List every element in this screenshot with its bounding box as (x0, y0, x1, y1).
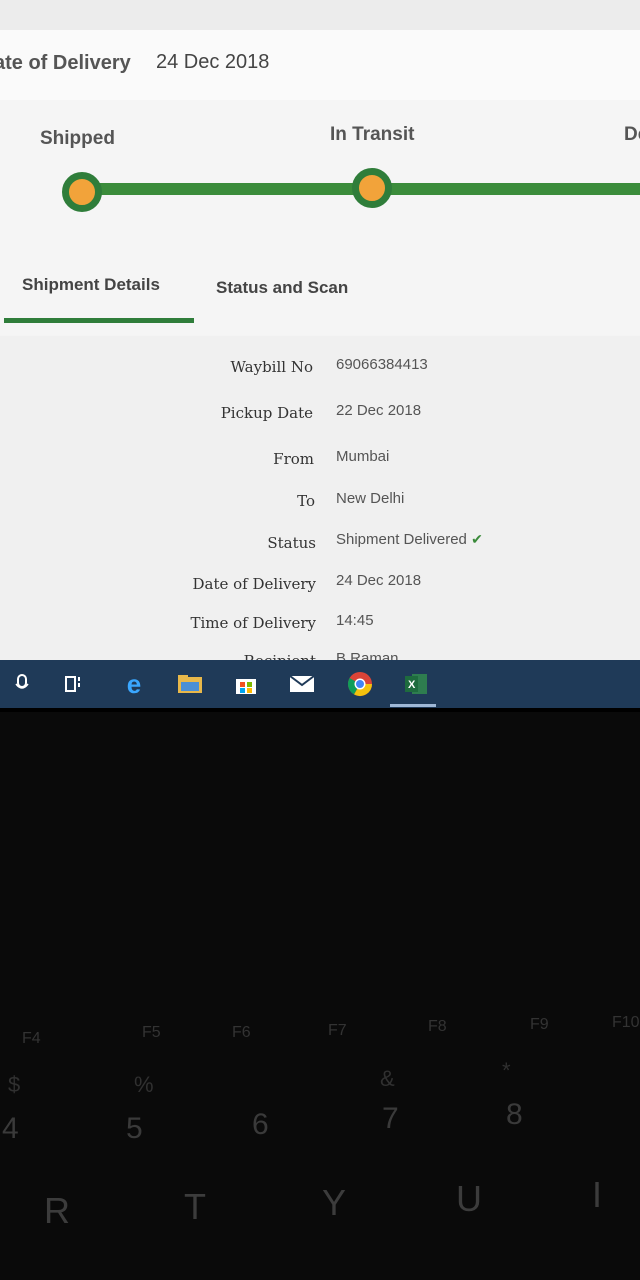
laptop-keyboard: F4 F5 F6 F7 F8 F9 F10 $ % & * 4 5 6 7 8 … (0, 712, 640, 1280)
delivery-time-value: 14:45 (336, 612, 374, 629)
u-key: U (456, 1178, 482, 1219)
f10-key: F10 (612, 1014, 640, 1031)
f8-key: F8 (428, 1018, 447, 1035)
pickup-date-label: Pickup Date (220, 404, 313, 422)
four-key: 4 (2, 1112, 19, 1145)
status-label: Status (267, 534, 316, 552)
delivery-date-label: ate of Delivery (0, 52, 131, 74)
active-tab-indicator (4, 318, 194, 323)
seven-key: 7 (382, 1102, 399, 1135)
delivery-date-value: 24 Dec 2018 (156, 51, 270, 73)
six-key: 6 (252, 1108, 269, 1141)
f5-key: F5 (142, 1024, 161, 1041)
browser-top-strip (0, 0, 640, 31)
asterisk-key: * (502, 1058, 511, 1083)
tab-status-and-scan[interactable]: Status and Scan (216, 278, 348, 298)
task-view-icon[interactable] (62, 670, 90, 698)
y-key: Y (322, 1182, 347, 1223)
in-transit-node-icon (352, 168, 392, 208)
tab-shipment-details[interactable]: Shipment Details (22, 275, 160, 295)
percent-key: % (134, 1072, 154, 1097)
active-app-indicator (390, 704, 436, 707)
status-value: Shipment Delivered ✔ (336, 531, 483, 548)
store-icon[interactable] (232, 670, 260, 698)
windows-taskbar: e X (0, 660, 640, 712)
from-value: Mumbai (336, 448, 390, 465)
file-explorer-icon[interactable] (176, 670, 204, 698)
shipment-details-panel: Waybill No 22 Dec 2018 69066384413 Picku… (0, 336, 640, 670)
delivery-date-row-value: 24 Dec 2018 (336, 572, 422, 589)
stage-in-transit: In Transit (330, 124, 415, 145)
delivery-time-label: Time of Delivery (190, 614, 316, 632)
i-key: I (592, 1174, 603, 1215)
waybill-label: Waybill No (230, 358, 313, 376)
shipped-node-icon (62, 172, 102, 212)
shipment-progress: Shipped In Transit De (0, 100, 640, 250)
mail-icon[interactable] (288, 670, 316, 698)
delivery-date-row-label: Date of Delivery (192, 575, 317, 593)
f6-key: F6 (232, 1024, 251, 1041)
from-label: From (273, 450, 314, 468)
status-text: Shipment Delivered (336, 531, 467, 548)
pickup-date-value: 22 Dec 2018 (336, 402, 422, 419)
to-value: New Delhi (336, 490, 405, 507)
browser-screen: ate of Delivery 24 Dec 2018 Shipped In T… (0, 0, 640, 712)
stage-shipped: Shipped (40, 128, 115, 149)
eight-key: 8 (506, 1098, 523, 1131)
delivery-header: ate of Delivery 24 Dec 2018 (0, 30, 640, 100)
checkmark-icon: ✔ (471, 531, 483, 547)
f9-key: F9 (530, 1016, 549, 1033)
r-key: R (44, 1190, 70, 1231)
chrome-icon[interactable] (346, 670, 374, 698)
dollar-key: $ (8, 1072, 21, 1097)
t-key: T (184, 1186, 206, 1227)
to-label: To (297, 492, 315, 510)
five-key: 5 (126, 1112, 143, 1145)
stage-delivered: De (624, 124, 640, 145)
excel-icon[interactable]: X (402, 670, 430, 698)
f4-key: F4 (22, 1030, 41, 1047)
waybill-number: 69066384413 (336, 356, 428, 373)
edge-icon[interactable]: e (120, 669, 148, 699)
svg-text:X: X (408, 679, 416, 691)
microphone-icon[interactable] (8, 670, 36, 698)
f7-key: F7 (328, 1022, 347, 1039)
ampersand-key: & (380, 1066, 395, 1091)
